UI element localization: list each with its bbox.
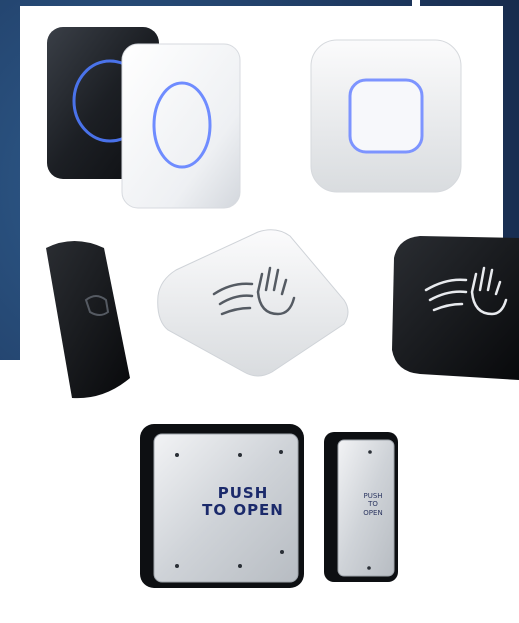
narrow-push-to-open-label: PUSH TO OPEN [356, 492, 390, 517]
black-wave-button [392, 236, 519, 380]
square-white-led-button [310, 39, 462, 193]
push-label-line2: TO OPEN [202, 501, 284, 520]
narrow-label-line1: PUSH [363, 492, 383, 500]
push-to-open-label: PUSH TO OPEN [188, 484, 298, 520]
narrow-label-line2: TO [368, 500, 378, 509]
push-label-line1: PUSH [217, 484, 269, 502]
product-photo [0, 0, 519, 623]
white-ring-button [121, 43, 241, 209]
narrow-label-line3: OPEN [363, 508, 383, 517]
